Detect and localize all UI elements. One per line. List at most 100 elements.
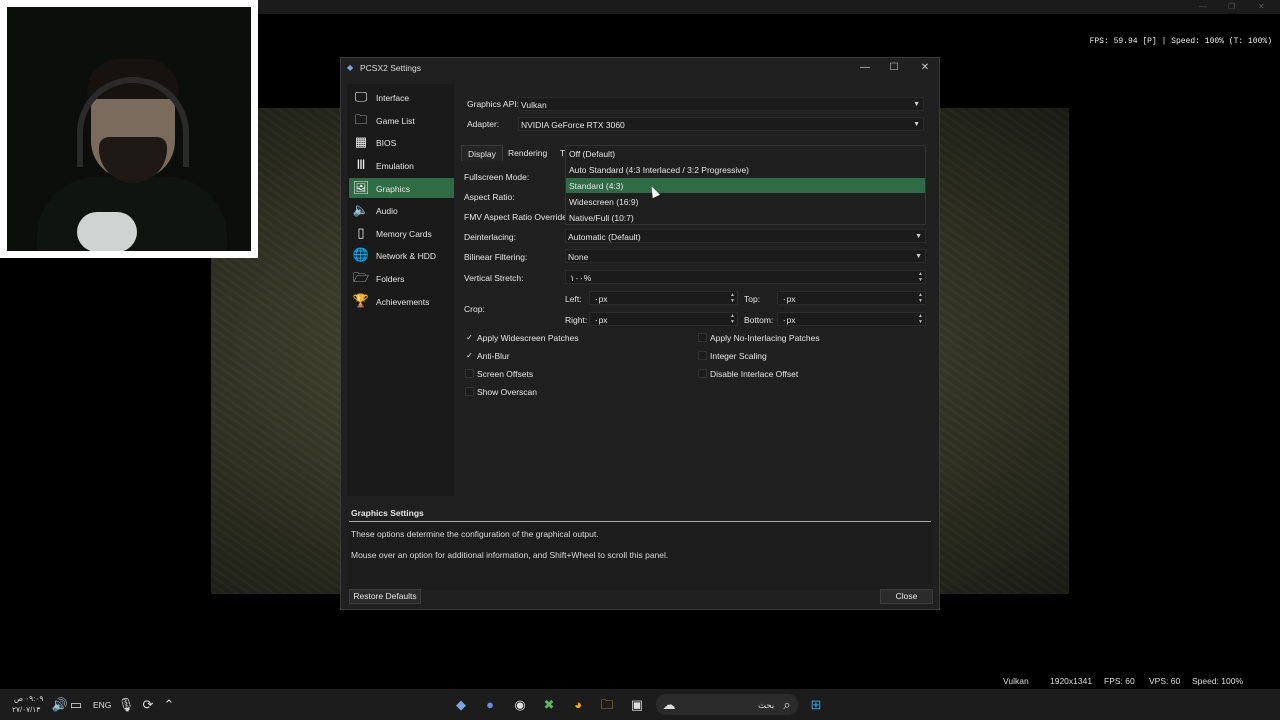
checkbox-label: Apply Widescreen Patches (477, 333, 579, 343)
sidebar-item-network-hdd[interactable]: 🌐 Network & HDD (349, 245, 454, 265)
crop-top-value: ٠px (782, 294, 796, 304)
language-indicator[interactable]: ENG (93, 700, 111, 710)
windows-taskbar: ٠٩:٠٩ ص ٢٧/٠٧/١٣ 🔊 ▭ ENG 🎙 ⟳ ⌃ ◆ ● ◉ ✖ ◕… (0, 689, 1280, 720)
adapter-select[interactable]: NVIDIA GeForce RTX 3060 ▼ (518, 117, 924, 131)
no-interlacing-patches-checkbox[interactable]: Apply No-Interlacing Patches (698, 332, 898, 344)
widescreen-patches-checkbox[interactable]: ✓ Apply Widescreen Patches (465, 332, 665, 344)
graphics-api-label: Graphics API: (467, 99, 519, 109)
graphics-api-select[interactable]: Vulkan ▼ (518, 97, 924, 111)
crop-bottom-spinbox[interactable]: ٠px ▲ ▼ (777, 312, 926, 326)
network-icon[interactable]: ▭ (67, 696, 85, 714)
screen: — ❐ ✕ FPS: 59.94 [P] | Speed: 100% (T: 1… (0, 0, 1280, 720)
crop-bottom-label: Bottom: (744, 315, 774, 325)
crop-left-value: ٠px (594, 294, 608, 304)
sidebar-item-interface[interactable]: 🖵 Interface (349, 87, 454, 107)
vertical-stretch-spinbox[interactable]: ١٠٠% ▲ ▼ (565, 270, 926, 284)
screen-offsets-checkbox[interactable]: Screen Offsets (465, 368, 665, 380)
dropdown-option-label: Widescreen (16:9) (569, 197, 639, 207)
dropdown-option-off[interactable]: Off (Default) (566, 146, 925, 161)
dropdown-option-auto-standard[interactable]: Auto Standard (4:3 Interlaced / 3:2 Prog… (566, 162, 925, 177)
speaker-icon: 🔈 (352, 202, 370, 217)
checkbox-box (465, 369, 474, 378)
status-speed: Speed: 100% (1192, 676, 1244, 686)
trophy-icon: 🏆 (352, 293, 370, 308)
taskbar-date[interactable]: ٢٧/٠٧/١٣ (12, 705, 40, 714)
sidebar-item-label: BIOS (376, 138, 397, 148)
tab-display[interactable]: Display (461, 145, 503, 161)
pcsx2-taskbar-icon[interactable]: ◆ (452, 696, 470, 714)
discord-icon[interactable]: ● (481, 696, 499, 714)
deinterlacing-select[interactable]: Automatic (Default) ▼ (565, 229, 926, 243)
close-button[interactable]: Close (880, 589, 933, 604)
folder-icon: 🗀 (354, 112, 368, 127)
aspect-ratio-dropdown: Off (Default) Auto Standard (4:3 Interla… (565, 145, 926, 225)
restore-icon[interactable]: ❐ (1228, 2, 1235, 11)
sidebar-item-label: Achievements (376, 297, 430, 307)
globe-icon: 🌐 (352, 247, 370, 262)
restore-defaults-button[interactable]: Restore Defaults (349, 589, 421, 604)
sidebar-item-folders[interactable]: 🗁 Folders (349, 268, 454, 288)
close-icon[interactable]: ✕ (1258, 2, 1265, 11)
checkbox-box (698, 369, 707, 378)
settings-sidebar: 🖵 Interface 🗀 Game List ▦ BIOS Ⅲ Emulati… (347, 84, 454, 496)
windows-start-icon[interactable]: ⊞ (807, 696, 825, 714)
spin-arrows-icon[interactable]: ▲ ▼ (730, 313, 735, 325)
sync-icon[interactable]: ⟳ (139, 696, 157, 714)
sidebar-item-emulation[interactable]: Ⅲ Emulation (349, 155, 454, 175)
crop-top-spinbox[interactable]: ٠px ▲ ▼ (777, 291, 926, 305)
sidebar-item-graphics[interactable]: 🖼 Graphics (349, 178, 454, 198)
disable-interlace-offset-checkbox[interactable]: Disable Interlace Offset (698, 368, 898, 380)
crop-right-spinbox[interactable]: ٠px ▲ ▼ (589, 312, 738, 326)
spin-arrows-icon[interactable]: ▲ ▼ (918, 313, 923, 325)
checkbox-box (698, 333, 707, 342)
minimize-button[interactable]: — (857, 61, 873, 75)
chevron-up-icon[interactable]: ⌃ (160, 696, 178, 714)
dropdown-option-widescreen[interactable]: Widescreen (16:9) (566, 194, 925, 209)
bilinear-filtering-select[interactable]: None ▼ (565, 249, 926, 263)
integer-scaling-checkbox[interactable]: Integer Scaling (698, 350, 898, 362)
taskbar-search[interactable]: ☁ بحث ⌕ (656, 694, 798, 715)
image-icon: 🖼 (352, 180, 370, 195)
close-window-button[interactable]: ✕ (917, 61, 933, 75)
obs-icon[interactable]: ◉ (511, 696, 529, 714)
checkbox-label: Screen Offsets (477, 369, 534, 379)
chrome-icon[interactable]: ◕ (569, 696, 587, 714)
sidebar-item-label: Game List (376, 116, 415, 126)
checkbox-box (465, 387, 474, 396)
microphone (77, 212, 137, 251)
minimize-icon[interactable]: — (1199, 2, 1207, 11)
chevron-down-icon: ▼ (915, 253, 922, 260)
crop-left-spinbox[interactable]: ٠px ▲ ▼ (589, 291, 738, 305)
spin-arrows-icon[interactable]: ▲ ▼ (730, 292, 735, 304)
taskbar-time[interactable]: ٠٩:٠٩ ص (14, 694, 43, 703)
spin-arrows-icon[interactable]: ▲ ▼ (918, 271, 923, 283)
task-view-icon[interactable]: ▣ (628, 696, 646, 714)
info-title: Graphics Settings (351, 508, 424, 518)
sidebar-item-label: Audio (376, 206, 398, 216)
spin-arrows-icon[interactable]: ▲ ▼ (918, 292, 923, 304)
xbox-icon[interactable]: ✖ (540, 696, 558, 714)
anti-blur-checkbox[interactable]: ✓ Anti-Blur (465, 350, 665, 362)
sidebar-item-audio[interactable]: 🔈 Audio (349, 200, 454, 220)
dialog-title: PCSX2 Settings (360, 63, 421, 73)
adapter-value: NVIDIA GeForce RTX 3060 (521, 120, 625, 130)
checkbox-label: Apply No-Interlacing Patches (710, 333, 820, 343)
show-overscan-checkbox[interactable]: Show Overscan (465, 386, 665, 398)
crop-label: Crop: (464, 304, 485, 314)
sidebar-item-bios[interactable]: ▦ BIOS (349, 132, 454, 152)
fps-overlay: FPS: 59.94 [P] | Speed: 100% (T: 100%) (1089, 37, 1272, 46)
maximize-button[interactable]: ☐ (886, 61, 902, 75)
crop-right-value: ٠px (594, 315, 608, 325)
file-explorer-icon[interactable]: 🗀 (598, 696, 616, 714)
tab-rendering[interactable]: Rendering (502, 145, 553, 161)
dropdown-option-standard[interactable]: Standard (4:3) (566, 178, 925, 193)
sidebar-item-game-list[interactable]: 🗀 Game List (349, 110, 454, 130)
dropdown-option-native-full[interactable]: Native/Full (10:7) (566, 210, 925, 225)
sidebar-item-memory-cards[interactable]: ▯ Memory Cards (349, 223, 454, 243)
microphone-icon[interactable]: 🎙 (117, 696, 135, 714)
fullscreen-mode-label: Fullscreen Mode: (464, 172, 530, 182)
checkbox-label: Disable Interlace Offset (710, 369, 799, 379)
sidebar-item-label: Graphics (376, 184, 411, 194)
sidebar-item-achievements[interactable]: 🏆 Achievements (349, 291, 454, 311)
webcam-feed (7, 7, 251, 251)
